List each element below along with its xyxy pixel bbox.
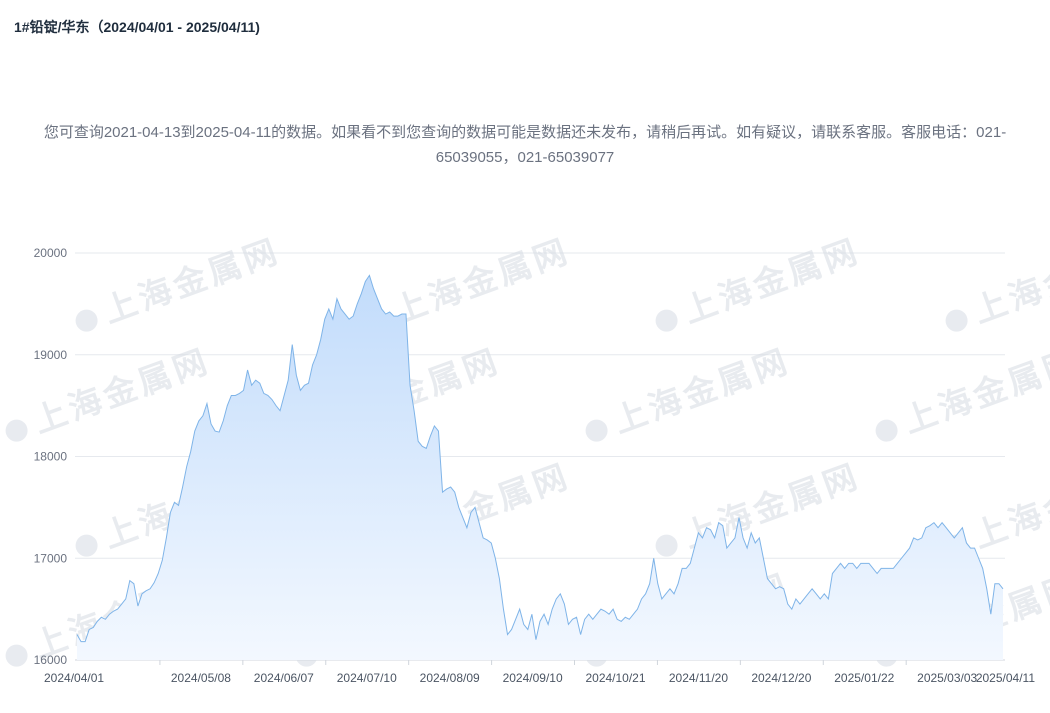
x-tick-label: 2024/08/09 <box>420 671 480 685</box>
watermark-logo-icon <box>655 309 678 332</box>
watermark-logo-icon <box>875 419 898 442</box>
watermark-logo-icon <box>75 309 98 332</box>
x-tick-label: 2024/04/01 <box>44 671 104 685</box>
watermark: 上海金属网 <box>585 342 795 442</box>
x-tick-label: 2024/10/21 <box>585 671 645 685</box>
watermark-text: 上海金属网 <box>99 232 285 330</box>
y-tick-label: 17000 <box>34 551 68 565</box>
watermark: 上海金属网 <box>945 232 1050 332</box>
x-tick-label: 2025/01/22 <box>834 671 894 685</box>
x-tick-label: 2024/05/08 <box>171 671 231 685</box>
watermark: 上海金属网 <box>5 342 215 442</box>
x-tick-label: 2025/03/03 <box>917 671 977 685</box>
x-tick-label: 2024/07/10 <box>337 671 397 685</box>
x-tick-label: 2024/09/10 <box>503 671 563 685</box>
watermark-text: 上海金属网 <box>969 457 1050 555</box>
watermark-text: 上海金属网 <box>679 232 865 330</box>
watermark: 上海金属网 <box>75 232 285 332</box>
watermark-text: 上海金属网 <box>899 342 1050 440</box>
price-chart: 上海金属网 上海金属网 上海金属网 上海金属网上海金属网 上海金属网 上海金属网 上海金属网… <box>5 232 1050 685</box>
x-tick-label: 2024/06/07 <box>254 671 314 685</box>
watermark-logo-icon <box>585 419 608 442</box>
watermark: 上海金属网 <box>875 342 1050 442</box>
watermark-logo-icon <box>655 534 678 557</box>
watermark-logo-icon <box>75 534 98 557</box>
watermark-logo-icon <box>945 309 968 332</box>
watermark-text: 上海金属网 <box>969 232 1050 330</box>
x-tick-label: 2025/04/11 <box>976 671 1035 685</box>
y-tick-label: 20000 <box>34 246 68 260</box>
watermark: 上海金属网 <box>655 232 865 332</box>
y-tick-label: 16000 <box>34 653 68 667</box>
watermark-logo-icon <box>5 419 28 442</box>
watermark-logo-icon <box>5 644 28 667</box>
watermark-text: 上海金属网 <box>609 342 795 440</box>
x-tick-label: 2024/12/20 <box>751 671 811 685</box>
y-tick-label: 19000 <box>34 348 68 362</box>
x-tick-label: 2024/11/20 <box>669 671 728 685</box>
y-axis: 16000 17000 18000 19000 20000 <box>34 246 68 667</box>
y-tick-label: 18000 <box>34 450 68 464</box>
watermark-text: 上海金属网 <box>389 232 575 330</box>
